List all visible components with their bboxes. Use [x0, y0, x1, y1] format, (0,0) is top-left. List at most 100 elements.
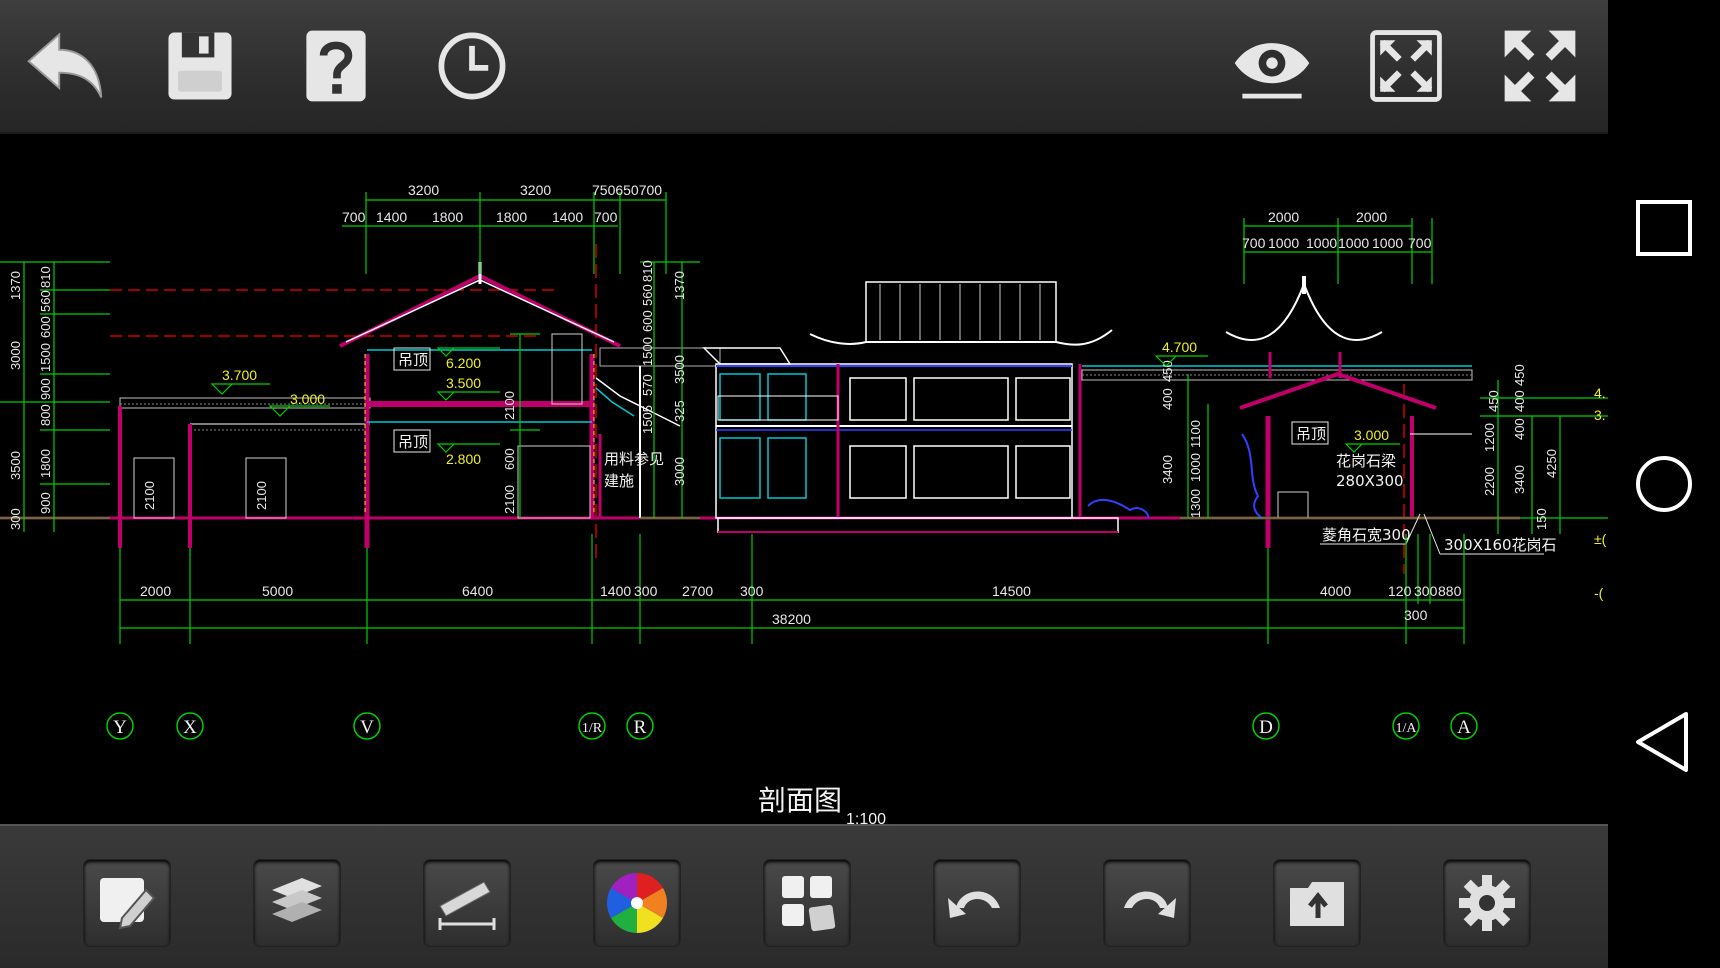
level-label: 2.800: [446, 451, 481, 467]
fullscreen-button[interactable]: [1494, 20, 1586, 112]
dim-label: 1505: [640, 405, 655, 434]
note-label: 300X160花岗石: [1444, 536, 1557, 554]
color-wheel-icon: [606, 873, 668, 933]
dim-label: 1800: [38, 449, 53, 478]
dim-label: 400: [1160, 388, 1175, 410]
home-button[interactable]: [1628, 448, 1700, 520]
dim-label: 810: [38, 266, 53, 288]
triangle-back-icon: [1636, 712, 1688, 772]
note-label: 吊顶: [398, 351, 428, 369]
dim-label: 700: [594, 209, 618, 225]
level-label: 3.500: [446, 375, 481, 391]
folder-export-icon: [1290, 882, 1344, 926]
view-button[interactable]: [1226, 20, 1318, 112]
dim-label: 325: [672, 400, 687, 422]
color-button[interactable]: [594, 860, 680, 946]
recent-apps-button[interactable]: [1628, 192, 1700, 264]
note-label: 280X300: [1336, 472, 1404, 490]
dim-label: 2100: [254, 481, 269, 510]
dim-label: 1500: [640, 337, 655, 366]
axis-label-X: X: [183, 717, 197, 738]
note-label: 花岗石梁: [1336, 452, 1396, 470]
dim-label: 300: [1404, 607, 1428, 623]
note-label: 吊顶: [1296, 425, 1326, 443]
dim-label: 300: [8, 508, 23, 530]
annotation-notes: 吊顶 吊顶 用料参见 建施 吊顶 花岗石梁 280X300 菱角石宽300 30…: [398, 351, 1557, 554]
layers-icon: [272, 878, 322, 922]
export-button[interactable]: [1274, 860, 1360, 946]
dim-label: 1000: [1268, 235, 1299, 251]
top-dims-left-row1: 3200 3200 750650700: [408, 182, 662, 198]
dim-label: 300: [740, 583, 764, 599]
settings-button[interactable]: [1444, 860, 1530, 946]
dim-label: 3000: [672, 457, 687, 486]
dim-label: 700: [1408, 235, 1432, 251]
dim-label: 2000: [1356, 209, 1387, 225]
zoom-extents-icon: [1370, 30, 1442, 102]
level-label: 3.000: [290, 391, 325, 407]
right-corridor: [1081, 365, 1473, 381]
axis-label-1R: 1/R: [582, 721, 603, 736]
main-pavilion: [702, 281, 1150, 533]
axis-label-Y: Y: [113, 717, 127, 738]
android-nav-bar: [1608, 0, 1720, 968]
floppy-disk-icon: [168, 32, 232, 100]
dim-label: 900: [38, 492, 53, 514]
dim-label: 2100: [142, 481, 157, 510]
partial-right-labels: 4. 3. ±( -(: [1594, 385, 1607, 601]
drawing-canvas[interactable]: 3200 3200 750650700 700 1400 1800 1800 1…: [0, 134, 1608, 824]
bottom-dimension-lines: [119, 534, 1465, 644]
history-button[interactable]: [426, 20, 518, 112]
edit-button[interactable]: [84, 860, 170, 946]
back-button[interactable]: [18, 20, 110, 112]
dim-label: 1370: [8, 271, 23, 300]
layers-button[interactable]: [254, 860, 340, 946]
dim-label: 1500: [38, 343, 53, 372]
dim-label: 1400: [600, 583, 631, 599]
dim-label: 4250: [1544, 449, 1559, 478]
dim-label: 600: [502, 448, 517, 470]
dim-label: 900: [38, 378, 53, 400]
axis-label-R: R: [634, 717, 647, 738]
level-label: 3.700: [222, 367, 257, 383]
axis-label-D: D: [1259, 717, 1273, 738]
undo-button[interactable]: [934, 860, 1020, 946]
dim-label: 3200: [520, 182, 551, 198]
dim-label: 800: [38, 404, 53, 426]
dim-label: 4000: [1320, 583, 1351, 599]
dim-label: 880: [1438, 583, 1462, 599]
dim-label: 3500: [8, 451, 23, 480]
help-button[interactable]: [290, 20, 382, 112]
level-label: 4.700: [1162, 339, 1197, 355]
dim-label: 300: [1414, 583, 1438, 599]
back-arrow-icon: [27, 32, 103, 98]
blocks-icon: [782, 876, 836, 932]
dim-label: 1200: [1482, 423, 1497, 452]
axis-label-1A: 1/A: [1396, 721, 1418, 736]
circle-icon: [1636, 456, 1692, 512]
dim-label: 570: [640, 374, 655, 396]
blocks-button[interactable]: [764, 860, 850, 946]
cad-viewer-app: 3200 3200 750650700 700 1400 1800 1800 1…: [0, 0, 1608, 968]
dim-label: 600: [38, 316, 53, 338]
gear-icon: [1459, 875, 1515, 931]
zoom-extents-button[interactable]: [1360, 20, 1452, 112]
dim-label: 14500: [992, 583, 1031, 599]
level-label: ±(: [1594, 531, 1607, 547]
dim-label: 2000: [140, 583, 171, 599]
dim-label: 3000: [8, 341, 23, 370]
total-dim-label: 38200: [772, 611, 811, 627]
redo-button[interactable]: [1104, 860, 1190, 946]
dim-label: 810: [640, 260, 655, 282]
dim-label: 120: [1388, 583, 1412, 599]
top-dims-right-row1: 2000 2000: [1268, 209, 1387, 225]
back-nav-button[interactable]: [1628, 706, 1700, 778]
dim-label: 3500: [672, 355, 687, 384]
dim-label: 3400: [1160, 455, 1175, 484]
save-button[interactable]: [154, 20, 246, 112]
measure-button[interactable]: [424, 860, 510, 946]
dim-label: 2700: [682, 583, 713, 599]
axis-labels: Y X V 1/R R D 1/A A: [113, 717, 1471, 738]
top-dims-right-row2: 700 1000 1000 1000 1000 700: [1242, 235, 1432, 251]
dim-label: 150: [1534, 508, 1549, 530]
